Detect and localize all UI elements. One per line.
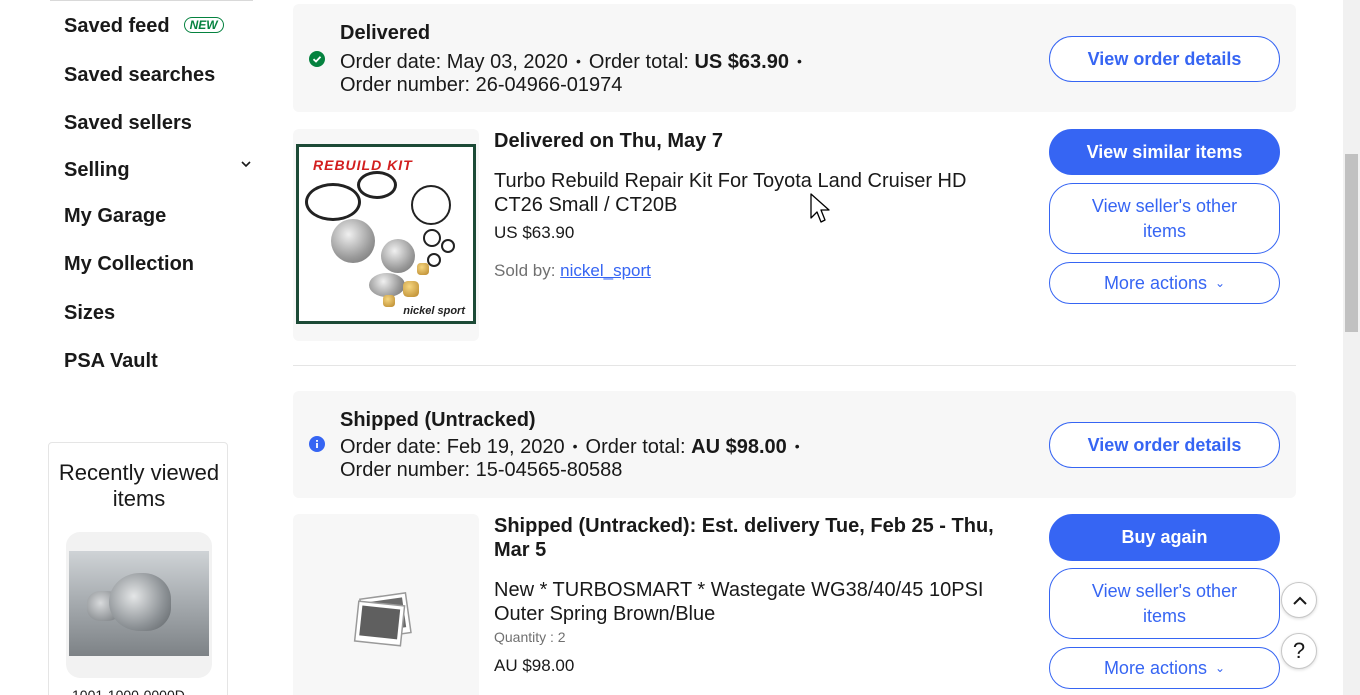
mouse-cursor-icon: [810, 193, 830, 223]
view-order-details-button[interactable]: View order details: [1049, 422, 1280, 468]
order-total: AU $98.00: [691, 436, 787, 458]
sidebar-item-my-garage[interactable]: My Garage: [64, 204, 166, 228]
view-sellers-other-items-button[interactable]: View seller's other items: [1049, 568, 1280, 639]
recently-viewed-card: Recently viewed items 1001-1000-0000D: [48, 442, 228, 695]
more-actions-label: More actions: [1103, 273, 1207, 293]
chevron-down-icon: ⌄: [1214, 661, 1226, 675]
image-brand: nickel sport: [403, 305, 465, 317]
sidebar-item-saved-sellers[interactable]: Saved sellers: [64, 111, 192, 135]
order-date: Feb 19, 2020: [446, 436, 565, 458]
sidebar-item-saved-feed[interactable]: Saved feed NEW: [64, 14, 224, 38]
view-order-details-button[interactable]: View order details: [1049, 36, 1280, 82]
order-date-label: Order date:: [340, 436, 442, 458]
order-header: Shipped (Untracked) Order date: Feb 19, …: [293, 391, 1296, 498]
item-title-link[interactable]: New * TURBOSMART * Wastegate WG38/40/45 …: [494, 578, 1014, 626]
turbo-photo: [69, 551, 209, 656]
item-thumbnail[interactable]: [293, 514, 479, 695]
order-status: Delivered: [340, 22, 431, 44]
scrollbar-track[interactable]: [1343, 0, 1360, 695]
sidebar-item-sizes[interactable]: Sizes: [64, 301, 115, 325]
new-badge: NEW: [183, 17, 224, 33]
scrollbar-thumb[interactable]: [1345, 154, 1358, 332]
order-number-label: Order number:: [340, 74, 471, 96]
more-actions-button[interactable]: More actions ⌄: [1049, 647, 1280, 689]
order-summary-line: Order date: Feb 19, 2020 • Order total: AU…: [340, 436, 800, 458]
order-date: May 03, 2020: [446, 51, 568, 73]
back-to-top-button[interactable]: [1281, 582, 1317, 618]
order-number: 26-04966-01974: [475, 74, 623, 96]
item-price: US $63.90: [494, 223, 575, 242]
sidebar-item-selling[interactable]: Selling: [64, 158, 130, 182]
info-circle-icon: [309, 436, 325, 452]
chevron-down-icon: ⌄: [1214, 276, 1226, 290]
recently-viewed-title: Recently viewed items: [58, 460, 220, 511]
sidebar-item-saved-searches[interactable]: Saved searches: [64, 63, 215, 87]
view-similar-items-button[interactable]: View similar items: [1049, 129, 1280, 175]
image-label: REBUILD KIT: [313, 157, 413, 173]
sidebar: Saved feed NEW Saved searches Saved selle…: [0, 0, 270, 695]
item-quantity: Quantity : 2: [494, 629, 566, 645]
order-divider: [293, 365, 1296, 366]
view-sellers-other-items-button[interactable]: View seller's other items: [1049, 183, 1280, 254]
order-total-label: Order total:: [585, 436, 686, 458]
item-thumbnail[interactable]: REBUILD KIT nickel sport: [293, 129, 479, 341]
more-actions-button[interactable]: More actions ⌄: [1049, 262, 1280, 304]
order-number: 15-04565-80588: [475, 459, 623, 481]
item-title-link[interactable]: Turbo Rebuild Repair Kit For Toyota Land…: [494, 169, 1014, 217]
sidebar-item-my-collection[interactable]: My Collection: [64, 252, 194, 276]
check-circle-icon: [309, 51, 325, 67]
help-button[interactable]: ?: [1281, 633, 1317, 669]
order-number-label: Order number:: [340, 459, 471, 481]
sidebar-divider: [50, 0, 253, 1]
order-summary-line: Order date: May 03, 2020 • Order total: US…: [340, 51, 802, 73]
order-total: US $63.90: [694, 51, 789, 73]
recently-viewed-item-image[interactable]: [66, 532, 212, 678]
order-number-line: Order number: 15-04565-80588: [340, 458, 622, 482]
image-placeholder-icon: [353, 592, 412, 647]
item-price: AU $98.00: [494, 656, 575, 675]
order-number-line: Order number: 26-04966-01974: [340, 73, 622, 97]
more-actions-label: More actions: [1103, 658, 1207, 678]
buy-again-button[interactable]: Buy again: [1049, 514, 1280, 561]
sold-by-label: Sold by:: [494, 261, 556, 280]
chevron-down-icon[interactable]: [238, 156, 254, 172]
order-status: Shipped (Untracked): [340, 409, 536, 431]
sidebar-item-label: Saved feed: [64, 15, 170, 37]
item-delivery-heading: Delivered on Thu, May 7: [494, 130, 723, 152]
seller-link[interactable]: nickel_sport: [560, 261, 651, 280]
order-header: Delivered Order date: May 03, 2020 • Order…: [293, 4, 1296, 112]
recently-viewed-item-caption[interactable]: 1001-1000-0000D: [72, 687, 185, 695]
sold-by: Sold by: nickel_sport: [494, 261, 651, 281]
rebuild-kit-image: REBUILD KIT nickel sport: [296, 144, 476, 324]
chevron-up-icon: [1293, 596, 1307, 605]
order-total-label: Order total:: [588, 51, 689, 73]
order-date-label: Order date:: [340, 51, 442, 73]
sidebar-item-psa-vault[interactable]: PSA Vault: [64, 349, 158, 373]
item-delivery-heading: Shipped (Untracked): Est. delivery Tue, …: [494, 515, 994, 561]
